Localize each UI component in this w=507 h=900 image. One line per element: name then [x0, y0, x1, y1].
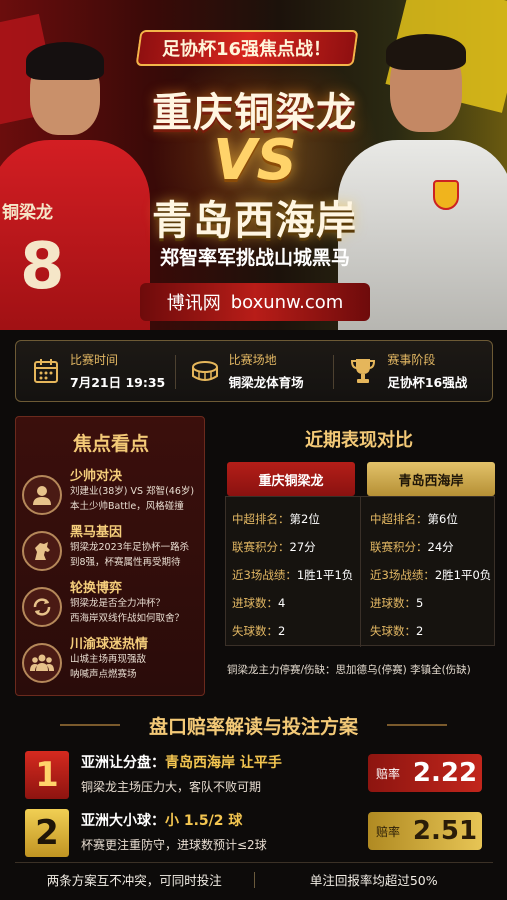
odds-section-title: 盘口赔率解读与投注方案	[0, 712, 507, 739]
match-info-bar: 比赛时间 7月21日 19:35 比赛场地 铜梁龙体育场 赛事阶段 足协杯16强…	[15, 340, 493, 402]
footer-bar: 两条方案互不冲突，可同时投注 单注回报率均超过50%	[15, 862, 493, 896]
odds-label: 赔率	[375, 766, 400, 781]
odds-value: 2.51	[412, 816, 478, 846]
club-badge-icon	[433, 180, 459, 210]
info-venue-value: 铜梁龙体育场	[228, 375, 304, 390]
focus-item-desc: 铜梁龙2023年足协杯一路杀 到8强，杯赛属性再受期待	[70, 542, 190, 568]
horse-icon	[22, 531, 62, 571]
plan-number: 1	[25, 751, 69, 799]
focus-title: 焦点看点	[72, 433, 149, 455]
odds-badge: 赔率 2.22	[368, 754, 482, 792]
site-domain: boxunw.com	[230, 291, 344, 313]
focus-item-desc: 铜梁龙是否全力冲杯？ 西海岸双线作战如何取舍？	[70, 598, 185, 624]
stat-row: 失球数：2	[232, 624, 286, 638]
plan-title: 亚洲大小球：小 1.5/2 球	[81, 813, 243, 829]
vs-text: VS	[213, 128, 297, 193]
stat-row: 中超排名：第2位	[232, 512, 320, 526]
recent-title: 近期表现对比	[305, 430, 413, 451]
info-stage-value: 足协杯16强战	[387, 375, 468, 390]
shirt-name: 铜梁龙	[2, 203, 53, 223]
info-time: 比赛时间 7月21日 19:35	[16, 341, 175, 401]
stats-table: 中超排名：第2位 联赛积分：27分 近3场战绩：1胜1平1负 进球数：4 失球数…	[225, 496, 495, 647]
trophy-icon	[349, 357, 377, 385]
odds-value: 2.22	[412, 758, 478, 788]
info-time-value: 7月21日 19:35	[70, 375, 166, 390]
plan-desc: 杯赛更注重防守，进球数预计≤2球	[81, 838, 267, 852]
stat-row: 中超排名：第6位	[370, 512, 458, 526]
site-link[interactable]: 博讯网 boxunw.com	[140, 283, 370, 321]
promo-tag: 足协杯16强焦点战！	[135, 30, 359, 66]
odds-label: 赔率	[375, 824, 400, 839]
plan-desc: 铜梁龙主场压力大，客队不败可期	[81, 780, 262, 794]
stat-row: 联赛积分：27分	[232, 540, 316, 554]
absence-note: 铜梁龙主力停赛/伤缺：思加德乌(停赛) 李镇全(伤缺)	[227, 664, 471, 676]
focus-item-desc: 山城主场再现强敌 呐喊声点燃赛场	[70, 654, 147, 680]
info-time-label: 比赛时间	[70, 353, 119, 367]
focus-item: 黑马基因 铜梁龙2023年足协杯一路杀 到8强，杯赛属性再受期待	[22, 521, 206, 579]
info-venue-label: 比赛场地	[228, 353, 277, 367]
bet-plan-2[interactable]: 2 亚洲大小球：小 1.5/2 球 杯赛更注重防守，进球数预计≤2球 赔率 2.…	[15, 806, 493, 862]
footer-left-note: 两条方案互不冲突，可同时投注	[46, 873, 222, 888]
focus-item-title: 黑马基因	[70, 525, 123, 540]
info-stage: 赛事阶段 足协杯16强战	[333, 341, 492, 401]
focus-item-desc: 刘建业(38岁) VS 郑智(46岁) 本土少帅Battle，风格碰撞	[70, 486, 195, 512]
team-a-column-header: 重庆铜梁龙	[227, 462, 355, 496]
stat-row: 进球数：4	[232, 596, 286, 610]
focus-panel: 焦点看点 少帅对决 刘建业(38岁) VS 郑智(46岁) 本土少帅Battle，…	[15, 416, 205, 696]
stat-row: 近3场战绩：2胜1平0负	[370, 568, 492, 582]
site-name: 博讯网	[166, 293, 221, 314]
focus-item: 轮换博弈 铜梁龙是否全力冲杯？ 西海岸双线作战如何取舍？	[22, 577, 206, 635]
focus-item: 少帅对决 刘建业(38岁) VS 郑智(46岁) 本土少帅Battle，风格碰撞	[22, 465, 206, 523]
shirt-number: 8	[20, 230, 65, 304]
info-stage-label: 赛事阶段	[387, 353, 436, 367]
calendar-icon	[32, 357, 60, 385]
team-b-column-header: 青岛西海岸	[367, 462, 495, 496]
rotate-icon	[22, 587, 62, 627]
odds-badge: 赔率 2.51	[368, 812, 482, 850]
stat-row: 进球数：5	[370, 596, 424, 610]
stadium-icon	[191, 357, 219, 385]
fans-icon	[22, 643, 62, 683]
info-venue: 比赛场地 铜梁龙体育场	[174, 341, 334, 401]
plan-number: 2	[25, 809, 69, 857]
plan-title: 亚洲让分盘：青岛西海岸 让平手	[81, 755, 282, 771]
hero-subtitle: 郑智率军挑战山城黑马	[159, 247, 350, 269]
hero-banner: 铜梁龙 8 足协杯16强焦点战！ 重庆铜梁龙 VS 青岛西海岸 郑智率军挑战山城…	[0, 0, 507, 330]
stat-row: 近3场战绩：1胜1平1负	[232, 568, 354, 582]
focus-item-title: 轮换博弈	[70, 581, 123, 596]
team-b-title: 青岛西海岸	[152, 198, 357, 244]
stat-row: 失球数：2	[370, 624, 424, 638]
focus-item: 川渝球迷热情 山城主场再现强敌 呐喊声点燃赛场	[22, 633, 206, 691]
focus-item-title: 少帅对决	[70, 469, 123, 484]
player-left-image: 铜梁龙 8	[0, 30, 150, 330]
focus-item-title: 川渝球迷热情	[70, 637, 149, 652]
stat-row: 联赛积分：24分	[370, 540, 454, 554]
coach-icon	[22, 475, 62, 515]
bet-plan-1[interactable]: 1 亚洲让分盘：青岛西海岸 让平手 铜梁龙主场压力大，客队不败可期 赔率 2.2…	[15, 748, 493, 804]
footer-right-note: 单注回报率均超过50%	[309, 873, 438, 888]
